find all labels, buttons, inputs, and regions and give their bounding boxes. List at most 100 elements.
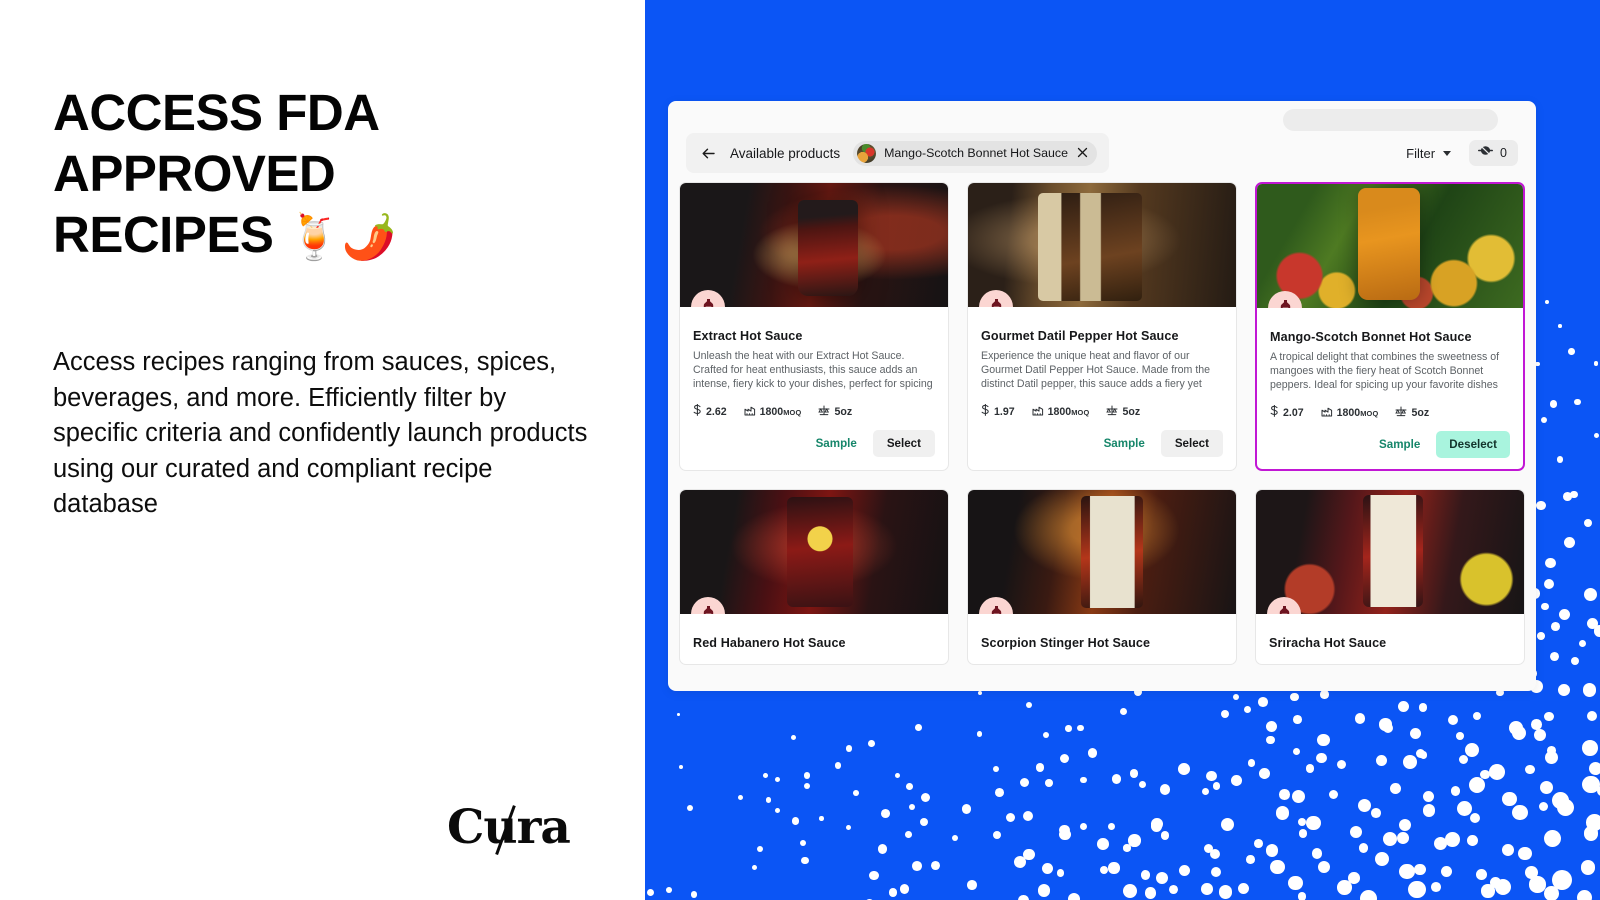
decorative-dot [1206, 770, 1217, 781]
decorative-dot [1297, 892, 1307, 900]
scale-icon [1106, 403, 1118, 421]
decorative-dot [1540, 780, 1554, 794]
decorative-dot [1529, 876, 1546, 893]
decorative-dot [791, 817, 799, 825]
select-button[interactable]: Select [1160, 430, 1223, 457]
product-title: Mango-Scotch Bonnet Hot Sauce [1270, 330, 1472, 344]
sample-button[interactable]: Sample [1094, 430, 1155, 457]
decorative-dot [1593, 360, 1599, 366]
product-details: Gourmet Datil Pepper Hot Sauce Experienc… [968, 307, 1236, 468]
deselect-button[interactable]: Deselect [1436, 431, 1510, 458]
decorative-dot [1423, 790, 1435, 802]
product-image [968, 183, 1236, 307]
decorative-dot [899, 884, 910, 894]
decorative-dot [1316, 752, 1327, 763]
decorative-dot [1138, 780, 1146, 789]
decorative-dot [1545, 557, 1556, 569]
decorative-dot [888, 888, 898, 898]
decorative-dot [1065, 725, 1072, 732]
cart-button[interactable]: 0 [1469, 140, 1518, 166]
decorative-dot [1440, 865, 1452, 877]
decorative-dot [1159, 784, 1171, 795]
decorative-dot [1144, 887, 1157, 900]
decorative-dot [1238, 883, 1250, 895]
decorative-dot [1067, 893, 1080, 900]
decorative-dot [1559, 608, 1571, 620]
decorative-dot [1266, 735, 1275, 745]
decorative-dot [1551, 622, 1560, 632]
decorative-dot [1544, 886, 1560, 900]
product-description: Experience the unique heat and flavor of… [981, 350, 1211, 391]
factory-icon [744, 403, 756, 421]
decorative-dot [1320, 690, 1329, 699]
decorative-dot [1419, 751, 1428, 759]
decorative-dot [1581, 740, 1598, 756]
sample-button[interactable]: Sample [1369, 431, 1430, 458]
decorative-dot [678, 764, 684, 770]
filter-dropdown[interactable]: Filter [1402, 141, 1455, 166]
decorative-dot [1254, 838, 1263, 848]
factory-icon [1032, 403, 1044, 421]
decorative-dot [1543, 578, 1555, 590]
decorative-dot [646, 888, 655, 896]
decorative-dot [1122, 883, 1138, 898]
decorative-dot [1467, 835, 1479, 847]
product-card[interactable]: Scorpion Stinger Hot Sauce [967, 489, 1237, 665]
decorative-dot [1298, 829, 1308, 838]
decorative-dot [1430, 881, 1441, 892]
product-card[interactable]: Sriracha Hot Sauce [1255, 489, 1525, 665]
partial-ui-pill-decoration [1283, 109, 1498, 131]
decorative-dot [845, 745, 853, 752]
product-title: Sriracha Hot Sauce [1269, 636, 1387, 650]
size-meta: 5oz [1106, 403, 1140, 421]
decorative-dot [1354, 713, 1365, 724]
decorative-dot [1311, 847, 1323, 859]
arrow-left-icon[interactable] [700, 145, 717, 162]
decorative-dot [1258, 696, 1268, 707]
decorative-dot [1512, 804, 1528, 821]
select-button[interactable]: Select [872, 430, 935, 457]
decorative-dot [1501, 843, 1514, 856]
decorative-dot [1290, 692, 1299, 702]
decorative-dot [919, 817, 928, 826]
sample-button[interactable]: Sample [806, 430, 867, 457]
decorative-dot [774, 807, 780, 813]
decorative-dot [690, 891, 698, 898]
decorative-dot [845, 824, 852, 831]
decorative-dot [1570, 657, 1579, 666]
decorative-dot [1246, 855, 1255, 864]
chip-label: Mango-Scotch Bonnet Hot Sauce [884, 146, 1068, 160]
decorative-dot [1375, 755, 1387, 766]
decorative-dot [1557, 799, 1575, 817]
decorative-dot [1588, 762, 1600, 776]
product-title: Extract Hot Sauce [693, 329, 803, 343]
product-card[interactable]: Extract Hot Sauce Unleash the heat with … [679, 182, 949, 471]
decorative-dot [1129, 769, 1139, 778]
decorative-dot [1087, 748, 1098, 758]
dollar-icon [981, 403, 990, 421]
selected-product-chip[interactable]: Mango-Scotch Bonnet Hot Sauce [853, 140, 1097, 166]
decorative-dot [1230, 775, 1242, 786]
decorative-dot [801, 856, 810, 865]
decorative-dot [1397, 700, 1409, 712]
marketing-body-text: Access recipes ranging from sauces, spic… [53, 348, 588, 519]
headline-line-2: APPROVED [53, 145, 336, 202]
decorative-dot [1538, 801, 1549, 812]
price-meta: 1.97 [981, 403, 1015, 421]
decorative-dot [1469, 777, 1486, 794]
toolbar-right-group: Filter 0 [1402, 133, 1518, 173]
moq-meta: 1800MOQ [1032, 403, 1090, 421]
close-icon[interactable] [1076, 147, 1088, 160]
decorative-dot [1108, 822, 1116, 830]
decorative-dot [1059, 753, 1070, 763]
decorative-dot [1306, 815, 1322, 831]
product-card[interactable]: Gourmet Datil Pepper Hot Sauce Experienc… [967, 182, 1237, 471]
decorative-dot [1447, 714, 1458, 725]
decorative-dot [1018, 895, 1029, 900]
decorative-dot [1169, 884, 1179, 894]
decorative-dot [1556, 456, 1564, 463]
decorative-dot [1543, 711, 1554, 722]
decorative-dot [1399, 864, 1415, 880]
product-card-selected[interactable]: Mango-Scotch Bonnet Hot Sauce A tropical… [1255, 182, 1525, 471]
product-card[interactable]: Red Habanero Hot Sauce [679, 489, 949, 665]
